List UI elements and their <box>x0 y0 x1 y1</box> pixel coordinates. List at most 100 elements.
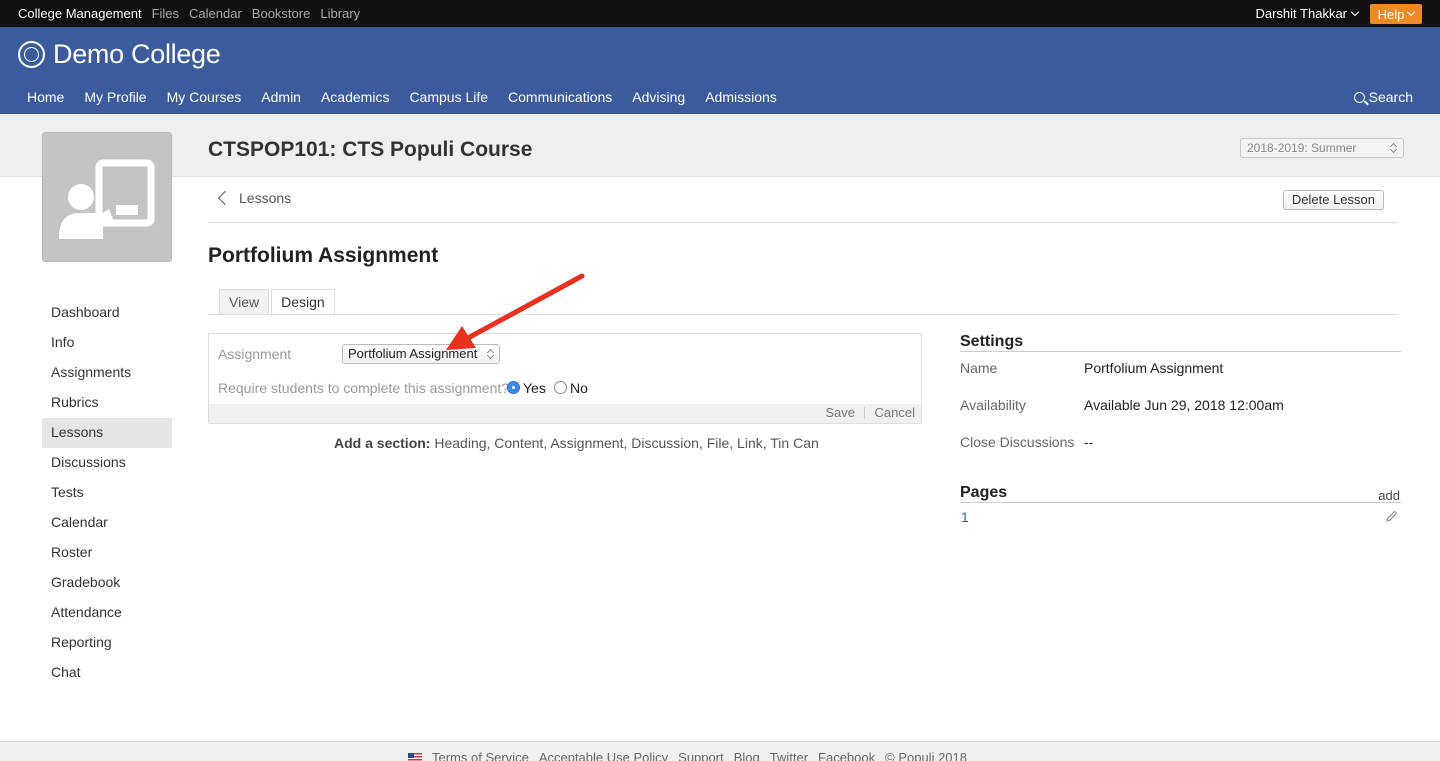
pages-title: Pages <box>960 484 1401 503</box>
nav-my-courses[interactable]: My Courses <box>157 89 252 105</box>
main-nav: Home My Profile My Courses Admin Academi… <box>17 89 787 105</box>
nav-communications[interactable]: Communications <box>498 89 622 105</box>
footer-link-aup[interactable]: Acceptable Use Policy <box>539 750 668 761</box>
back-to-lessons-link[interactable]: Lessons <box>217 190 292 206</box>
require-no-label[interactable]: No <box>570 380 588 396</box>
app-link-calendar[interactable]: Calendar <box>189 6 242 21</box>
us-flag-icon[interactable] <box>408 753 422 761</box>
footer-copyright: © Populi 2018 <box>885 750 967 761</box>
classroom-icon <box>59 159 155 239</box>
footer-link-terms[interactable]: Terms of Service <box>432 750 529 761</box>
nav-academics[interactable]: Academics <box>311 89 399 105</box>
add-section-label: Add a section: <box>334 435 431 451</box>
term-select[interactable]: 2018-2019: Summer <box>1240 138 1404 158</box>
divider <box>208 222 1398 223</box>
settings-key: Availability <box>960 397 1026 413</box>
chevron-left-icon <box>217 190 233 206</box>
editor-footer: Save Cancel <box>209 404 921 423</box>
course-nav-chat[interactable]: Chat <box>42 658 172 688</box>
term-value: 2018-2019: Summer <box>1247 141 1357 155</box>
nav-campus-life[interactable]: Campus Life <box>399 89 498 105</box>
settings-title: Settings <box>960 333 1401 352</box>
require-completion-label: Require students to complete this assign… <box>218 380 510 396</box>
add-section-bar: Add a section: Heading, Content, Assignm… <box>334 435 819 451</box>
search-label: Search <box>1368 89 1413 105</box>
course-nav: Dashboard Info Assignments Rubrics Lesso… <box>42 298 172 688</box>
separator <box>864 407 865 419</box>
college-seal-icon <box>18 41 45 68</box>
tab-divider <box>208 314 1398 315</box>
user-name: Darshit Thakkar <box>1255 6 1347 21</box>
nav-admin[interactable]: Admin <box>251 89 311 105</box>
delete-lesson-button[interactable]: Delete Lesson <box>1282 190 1384 210</box>
require-yes-label[interactable]: Yes <box>523 380 546 396</box>
pencil-icon[interactable] <box>1386 510 1398 522</box>
help-label: Help <box>1377 6 1405 22</box>
settings-key: Close Discussions <box>960 434 1075 450</box>
course-nav-dashboard[interactable]: Dashboard <box>42 298 172 328</box>
nav-home[interactable]: Home <box>17 89 74 105</box>
app-link-college-management[interactable]: College Management <box>18 6 142 21</box>
settings-panel: Settings Name Portfolium Assignment Avai… <box>960 333 1401 463</box>
footer-link-blog[interactable]: Blog <box>734 750 760 761</box>
app-link-bookstore[interactable]: Bookstore <box>252 6 311 21</box>
settings-value: Available Jun 29, 2018 12:00am <box>1084 397 1284 413</box>
chevron-down-icon <box>1350 7 1360 16</box>
course-nav-tests[interactable]: Tests <box>42 478 172 508</box>
user-menu[interactable]: Darshit Thakkar <box>1255 0 1360 27</box>
assignment-label: Assignment <box>218 346 292 362</box>
require-yes-radio[interactable] <box>507 381 520 394</box>
site-footer: Terms of Service Acceptable Use Policy S… <box>0 741 1440 761</box>
college-name: Demo College <box>53 39 221 69</box>
settings-row: Availability Available Jun 29, 2018 12:0… <box>960 389 1401 426</box>
search-icon <box>1353 91 1365 103</box>
select-arrows-icon <box>1391 142 1397 154</box>
course-nav-lessons[interactable]: Lessons <box>42 418 172 448</box>
top-bar: College Management Files Calendar Bookst… <box>0 0 1440 27</box>
footer-links: Terms of Service Acceptable Use Policy S… <box>408 750 967 761</box>
footer-link-twitter[interactable]: Twitter <box>770 750 808 761</box>
course-nav-attendance[interactable]: Attendance <box>42 598 172 628</box>
footer-link-facebook[interactable]: Facebook <box>818 750 875 761</box>
nav-admissions[interactable]: Admissions <box>695 89 787 105</box>
nav-advising[interactable]: Advising <box>622 89 695 105</box>
course-header: CTSPOP101: CTS Populi Course 2018-2019: … <box>0 114 1440 177</box>
course-nav-discussions[interactable]: Discussions <box>42 448 172 478</box>
footer-link-support[interactable]: Support <box>678 750 724 761</box>
course-nav-rubrics[interactable]: Rubrics <box>42 388 172 418</box>
college-brand[interactable]: Demo College <box>18 39 221 70</box>
pages-panel: Pages add 1 <box>960 484 1401 525</box>
site-header: Demo College Home My Profile My Courses … <box>0 27 1440 114</box>
settings-row: Close Discussions -- <box>960 426 1401 463</box>
settings-value: Portfolium Assignment <box>1084 360 1224 376</box>
lesson-title: Portfolium Assignment <box>208 244 439 267</box>
chevron-down-icon <box>1407 7 1416 17</box>
add-page-link[interactable]: add <box>1378 488 1400 503</box>
app-link-files[interactable]: Files <box>152 6 179 21</box>
save-button[interactable]: Save <box>825 405 855 420</box>
app-link-library[interactable]: Library <box>320 6 360 21</box>
tab-view[interactable]: View <box>219 289 270 315</box>
course-nav-gradebook[interactable]: Gradebook <box>42 568 172 598</box>
back-label: Lessons <box>239 190 292 206</box>
course-nav-roster[interactable]: Roster <box>42 538 172 568</box>
course-nav-assignments[interactable]: Assignments <box>42 358 172 388</box>
course-title: CTSPOP101: CTS Populi Course <box>208 138 533 161</box>
settings-value: -- <box>1084 434 1094 450</box>
settings-row: Name Portfolium Assignment <box>960 352 1401 389</box>
page-link[interactable]: 1 <box>961 509 969 525</box>
course-nav-info[interactable]: Info <box>42 328 172 358</box>
require-no-radio[interactable] <box>554 381 567 394</box>
add-section-options[interactable]: Heading, Content, Assignment, Discussion… <box>434 435 818 451</box>
annotation-arrow <box>446 273 585 350</box>
help-button[interactable]: Help <box>1370 4 1422 24</box>
nav-my-profile[interactable]: My Profile <box>74 89 156 105</box>
course-image <box>42 132 172 262</box>
tab-design[interactable]: Design <box>271 289 335 316</box>
cancel-button[interactable]: Cancel <box>875 405 915 420</box>
lesson-tabs: View Design <box>219 289 335 316</box>
settings-key: Name <box>960 360 998 376</box>
search-link[interactable]: Search <box>1353 89 1413 105</box>
course-nav-calendar[interactable]: Calendar <box>42 508 172 538</box>
course-nav-reporting[interactable]: Reporting <box>42 628 172 658</box>
